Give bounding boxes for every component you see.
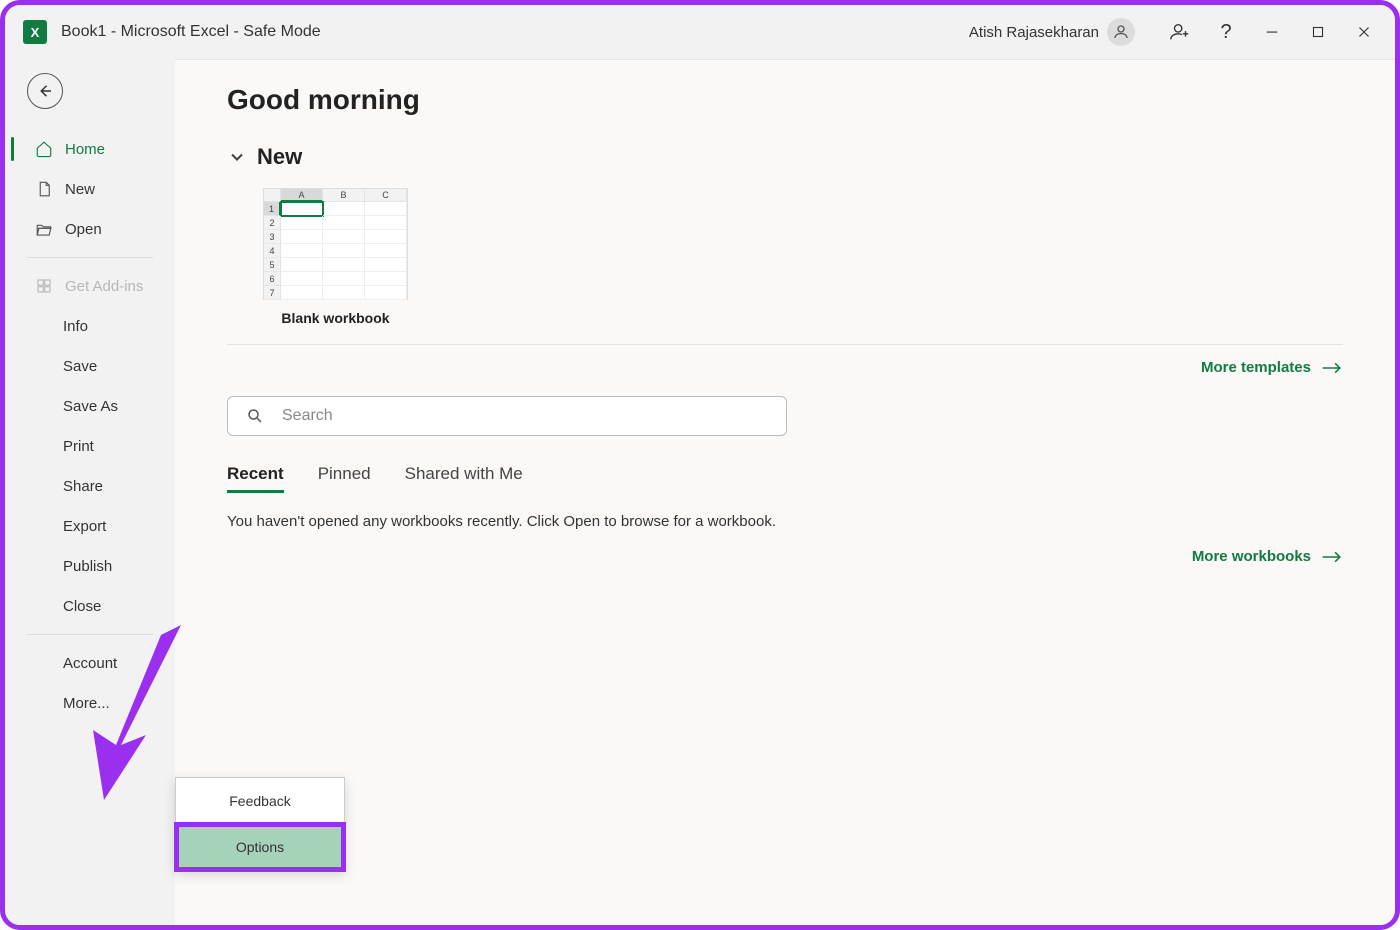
backstage-sidebar: Home New Open Get Add-ins Info Save Save… [5,59,175,925]
minimize-icon [1263,23,1281,41]
sidebar-item-label: New [65,181,95,198]
sidebar-item-label: Close [63,598,101,615]
sidebar-item-more[interactable]: More... [5,683,175,723]
popup-item-feedback[interactable]: Feedback [176,778,344,824]
document-title: Book1 - Microsoft Excel - Safe Mode [61,23,321,41]
maximize-icon [1309,23,1327,41]
arrow-right-icon [1321,360,1343,376]
search-icon [246,407,264,425]
person-icon [1112,23,1130,41]
templates-row: ABC 1 2 3 4 5 6 7 Blank workbook [263,188,1343,326]
close-button[interactable] [1341,12,1387,52]
sidebar-item-label: More... [63,695,110,712]
sidebar-item-home[interactable]: Home [5,129,175,169]
tab-label: Pinned [318,464,371,483]
sidebar-divider [27,257,153,258]
link-label: More workbooks [1192,548,1311,565]
sidebar-item-label: Export [63,518,106,535]
sidebar-item-label: Open [65,221,102,238]
tab-label: Recent [227,464,284,483]
section-header-new[interactable]: New [227,144,1343,170]
sidebar-item-account[interactable]: Account [5,643,175,683]
tab-shared-with-me[interactable]: Shared with Me [405,464,523,493]
help-button[interactable]: ? [1203,12,1249,52]
maximize-button[interactable] [1295,12,1341,52]
folder-open-icon [35,220,53,238]
divider [227,344,1343,345]
more-templates-link[interactable]: More templates [227,359,1343,376]
sidebar-item-label: Share [63,478,103,495]
document-icon [35,180,53,198]
recent-tabs: Recent Pinned Shared with Me [227,464,1343,493]
coming-soon-button[interactable] [1157,12,1203,52]
person-plus-icon [1169,21,1191,43]
search-box[interactable] [227,396,787,436]
sidebar-item-label: Home [65,141,105,158]
search-input[interactable] [282,407,768,425]
minimize-button[interactable] [1249,12,1295,52]
sidebar-item-label: Print [63,438,94,455]
more-popup-menu: Feedback Options [175,777,345,871]
template-blank-workbook[interactable]: ABC 1 2 3 4 5 6 7 Blank workbook [263,188,408,326]
help-icon: ? [1220,21,1231,44]
user-avatar[interactable] [1107,18,1135,46]
sidebar-item-save-as[interactable]: Save As [5,386,175,426]
link-label: More templates [1201,359,1311,376]
home-icon [35,140,53,158]
arrow-left-icon [36,82,54,100]
chevron-down-icon [227,147,247,167]
popup-item-label: Options [236,839,284,855]
sidebar-item-share[interactable]: Share [5,466,175,506]
arrow-right-icon [1321,549,1343,565]
signed-in-user-name: Atish Rajasekharan [969,24,1099,41]
back-button[interactable] [27,73,63,109]
close-icon [1355,23,1373,41]
sidebar-item-label: Save [63,358,97,375]
sidebar-item-export[interactable]: Export [5,506,175,546]
sidebar-item-new[interactable]: New [5,169,175,209]
popup-item-options[interactable]: Options [176,824,344,870]
section-title: New [257,144,302,170]
sidebar-item-publish[interactable]: Publish [5,546,175,586]
backstage-main: Good morning New ABC 1 2 3 4 5 6 7 [175,59,1395,925]
titlebar: X Book1 - Microsoft Excel - Safe Mode At… [5,5,1395,59]
sidebar-item-label: Save As [63,398,118,415]
addins-icon [35,277,53,295]
sidebar-item-save[interactable]: Save [5,346,175,386]
page-title: Good morning [227,84,1343,116]
sidebar-item-label: Get Add-ins [65,278,143,295]
sidebar-divider [27,634,153,635]
sidebar-item-print[interactable]: Print [5,426,175,466]
tab-label: Shared with Me [405,464,523,483]
empty-recent-message: You haven't opened any workbooks recentl… [227,513,1343,530]
popup-item-label: Feedback [229,793,290,809]
blank-workbook-thumbnail: ABC 1 2 3 4 5 6 7 [263,188,408,300]
sidebar-item-label: Publish [63,558,112,575]
sidebar-item-label: Account [63,655,117,672]
sidebar-item-open[interactable]: Open [5,209,175,249]
more-workbooks-link[interactable]: More workbooks [1192,548,1343,565]
tab-pinned[interactable]: Pinned [318,464,371,493]
sidebar-item-label: Info [63,318,88,335]
tab-recent[interactable]: Recent [227,464,284,493]
app-window: X Book1 - Microsoft Excel - Safe Mode At… [0,0,1400,930]
excel-app-icon: X [23,20,47,44]
sidebar-item-get-addins: Get Add-ins [5,266,175,306]
sidebar-item-close[interactable]: Close [5,586,175,626]
sidebar-item-info[interactable]: Info [5,306,175,346]
template-label: Blank workbook [263,310,408,326]
